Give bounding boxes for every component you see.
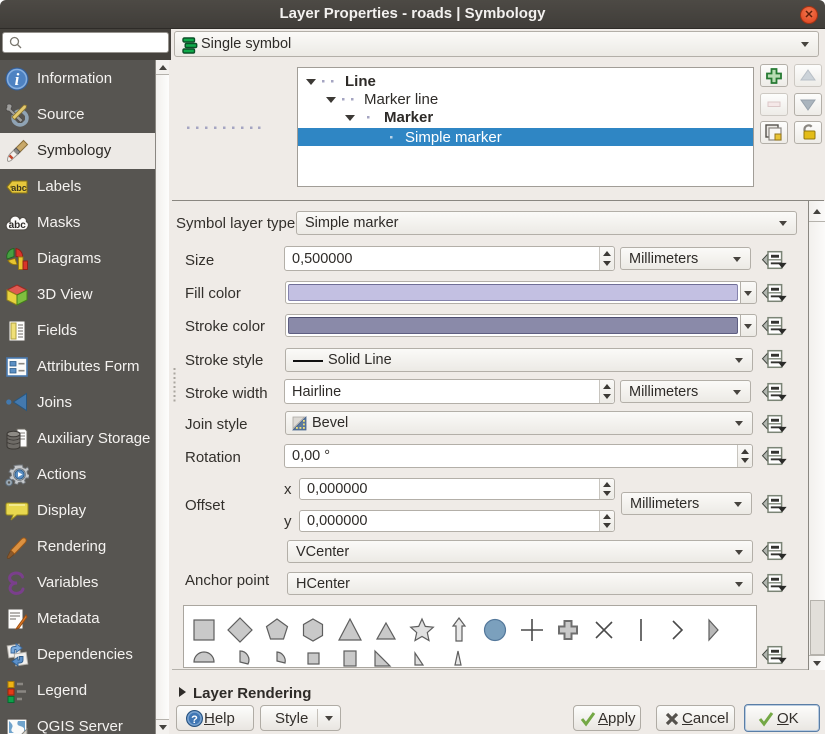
svg-text:abc: abc (9, 220, 27, 231)
svg-text:i: i (15, 70, 20, 89)
svg-text:abc: abc (11, 183, 27, 193)
svg-text:?: ? (191, 714, 198, 726)
